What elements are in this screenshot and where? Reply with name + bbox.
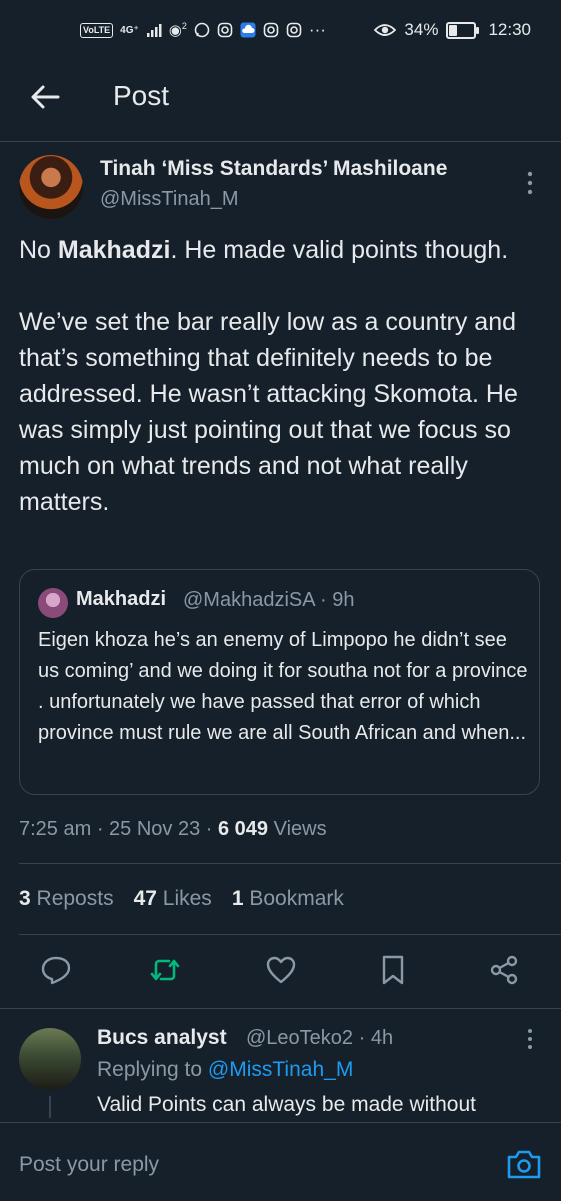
reply-composer[interactable]: Post your reply [0,1122,561,1201]
views-count: 6 049 [218,818,269,840]
likes-stat[interactable]: 47 Likes [134,887,212,911]
reply-more-options-icon[interactable] [518,1026,542,1052]
camera-icon[interactable] [506,1148,542,1180]
tweet-text: No Makhadzi. He made valid points though… [19,232,544,520]
like-heart-icon[interactable] [265,954,297,986]
bookmarks-count: 1 [231,887,244,910]
author-avatar[interactable] [19,155,83,219]
reposts-stat[interactable]: 3 Reposts [19,887,114,911]
reply-icon[interactable] [40,954,72,986]
post-meta: 7:25 am · 25 Nov 23 · 6 049 Views [19,818,327,840]
replying-prefix: Replying to [97,1058,208,1081]
status-left-icons: VoLTE 4G⁺ ◉2 ··· [80,20,326,40]
meta-divider [19,863,561,864]
hotspot-count: 2 [181,21,187,31]
back-arrow-icon[interactable] [28,80,62,114]
battery-icon [446,21,480,39]
reply-text: Valid Points can always be made without [97,1093,476,1116]
reply-handle-time[interactable]: @LeoTeko2 · 4h [246,1027,393,1050]
tweet-text-rest: . He made valid points though. We’ve set… [19,236,518,516]
likes-label: Likes [162,887,212,910]
hotspot-icon: ◉2 [168,21,187,39]
reposts-label: Reposts [36,887,114,910]
signal-icon [146,24,162,37]
replying-handle-link[interactable]: @MissTinah_M [208,1058,353,1081]
action-bar [0,950,561,994]
more-options-icon[interactable] [518,168,542,198]
author-handle[interactable]: @MissTinah_M [100,188,238,211]
quoted-post[interactable]: Makhadzi @MakhadziSA · 9h Eigen khoza he… [19,569,540,795]
share-icon[interactable] [488,954,520,986]
instagram-icon [263,22,279,38]
instagram-icon [217,22,233,38]
tweet-text-start: No [19,236,58,264]
status-bar: VoLTE 4G⁺ ◉2 ··· 34% 12:30 [0,0,561,62]
whatsapp-icon [194,22,210,38]
quoted-text: Eigen khoza he’s an enemy of Limpopo he … [38,629,528,744]
repost-icon[interactable] [149,954,181,986]
tweet-text-mention: Makhadzi [57,236,171,264]
replying-to: Replying to @MissTinah_M [97,1058,353,1082]
header-divider [0,141,561,142]
post-date: 25 Nov 23 [109,818,201,840]
volte-badge: VoLTE [80,22,114,38]
status-right-icons: 34% 12:30 [374,20,531,40]
quoted-avatar [38,588,68,618]
stats-divider [19,934,561,935]
bookmarks-label: Bookmark [249,887,344,910]
instagram-icon [286,22,302,38]
page-title: Post [113,80,170,111]
thread-line [49,1096,51,1118]
bookmark-icon[interactable] [377,954,409,986]
post-time: 7:25 am [19,818,92,840]
likes-count: 47 [133,887,157,910]
actions-divider [0,1008,561,1009]
eye-icon [374,24,397,36]
network-type: 4G⁺ [120,24,139,36]
quoted-handle-time: @MakhadziSA · 9h [183,589,355,611]
reply-author-name[interactable]: Bucs analyst [97,1026,227,1050]
battery-fill [449,24,458,36]
bookmarks-stat[interactable]: 1 Bookmark [232,887,344,911]
author-name[interactable]: Tinah ‘Miss Standards’ Mashiloane [100,157,447,181]
cloud-icon [240,22,256,38]
quoted-author-name: Makhadzi [76,588,167,610]
views-label: Views [273,818,327,840]
reply-avatar[interactable] [19,1028,81,1090]
more-notifications: ··· [308,20,326,39]
reposts-count: 3 [19,887,31,910]
clock: 12:30 [488,20,531,39]
engagement-stats: 3 Reposts 47 Likes 1 Bookmark [19,887,344,911]
battery-percent: 34% [404,20,439,39]
reply-input-placeholder[interactable]: Post your reply [19,1153,159,1177]
